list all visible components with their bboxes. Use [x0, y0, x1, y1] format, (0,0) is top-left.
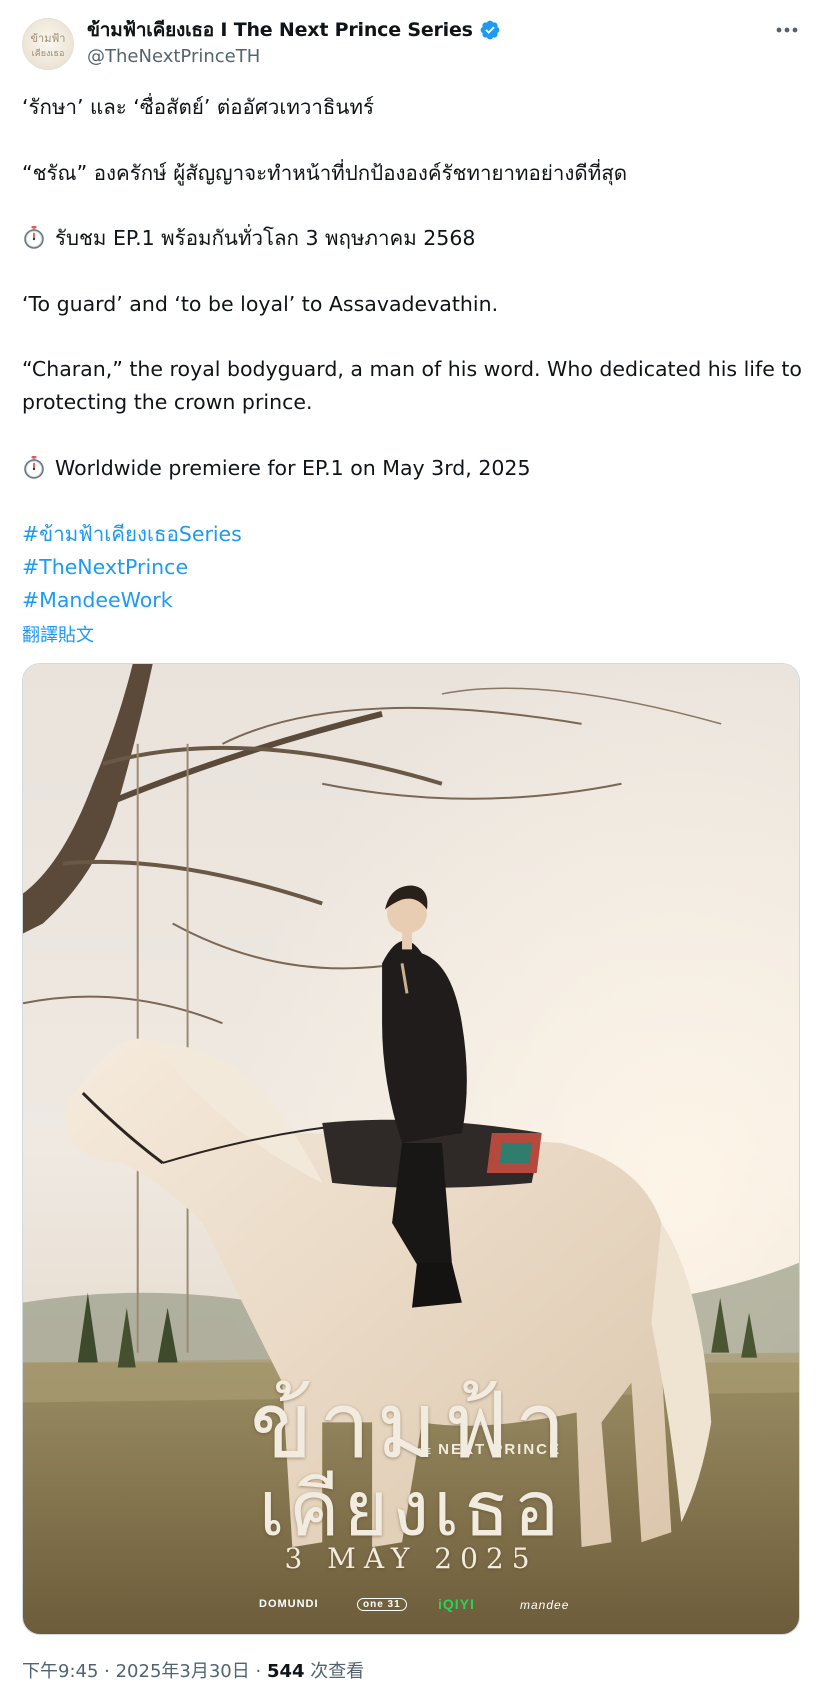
post-meta: 下午9:45 · 2025年3月30日 · 544 次查看 [22, 1657, 364, 1683]
avatar-text-1: ข้ามฟ้า [30, 32, 66, 45]
verified-badge-icon[interactable] [479, 19, 501, 41]
post-line-3-wrap: รับชม EP.1 พร้อมกันทั่วโลก 3 พฤษภาคม 256… [22, 222, 802, 255]
logo-one31: one 31 [357, 1598, 407, 1611]
post-image[interactable]: ข้ามฟ้า THE NEXT PRINCE เคียงเธอ 3 MAY 2… [22, 663, 800, 1635]
avatar[interactable]: ข้ามฟ้า เคียงเธอ [22, 18, 74, 70]
stopwatch-icon [24, 226, 44, 249]
poster-date: 3 MAY 2025 [284, 1542, 538, 1575]
hashtag-link[interactable]: #ข้ามฟ้าเคียงเธอSeries [22, 518, 242, 551]
tweet: ข้ามฟ้า เคียงเธอ ข้ามฟ้าเคียงเธอ I The N… [0, 0, 822, 1698]
post-line-2: “ชรัณ” องครักษ์ ผู้สัญญาจะทำหน้าที่ปกป้อ… [22, 161, 628, 185]
more-options-button[interactable] [772, 18, 802, 42]
post-time[interactable]: 下午9:45 [22, 1661, 98, 1682]
logo-mandee: mandee [520, 1598, 570, 1612]
meta-separator: · [249, 1661, 267, 1682]
display-name[interactable]: ข้ามฟ้าเคียงเธอ I The Next Prince Series [87, 15, 473, 45]
poster-logos: DOMUNDI one 31 iQIYI mandee [23, 1596, 799, 1618]
more-icon [776, 27, 798, 33]
name-row: ข้ามฟ้าเคียงเธอ I The Next Prince Series [87, 18, 501, 42]
logo-domundi: DOMUNDI [259, 1598, 319, 1610]
meta-separator: · [98, 1661, 116, 1682]
post-date[interactable]: 2025年3月30日 [116, 1661, 250, 1682]
hashtag-link[interactable]: #MandeeWork [22, 584, 173, 617]
logo-iqiyi: iQIYI [438, 1596, 475, 1612]
avatar-text-2: เคียงเธอ [31, 49, 65, 59]
hashtag-link[interactable]: #TheNextPrince [22, 551, 188, 584]
handle[interactable]: @TheNextPrinceTH [87, 46, 260, 67]
views-label: 次查看 [304, 1661, 365, 1682]
translate-post-link[interactable]: 翻譯貼文 [22, 621, 94, 647]
post-line-4: ‘To guard’ and ‘to be loyal’ to Assavade… [22, 292, 499, 316]
post-line-5: “Charan,” the royal bodyguard, a man of … [22, 357, 802, 414]
stopwatch-icon [24, 456, 44, 479]
post-line-6-wrap: Worldwide premiere for EP.1 on May 3rd, … [22, 452, 802, 485]
post-line-3: รับชม EP.1 พร้อมกันทั่วโลก 3 พฤษภาคม 256… [55, 226, 476, 250]
post-line-1: ‘รักษา’ และ ‘ซื่อสัตย์’ ต่ออัศวเทวาธินทร… [22, 95, 374, 119]
views-count: 544 [266, 1661, 305, 1682]
post-line-6: Worldwide premiere for EP.1 on May 3rd, … [55, 456, 531, 480]
